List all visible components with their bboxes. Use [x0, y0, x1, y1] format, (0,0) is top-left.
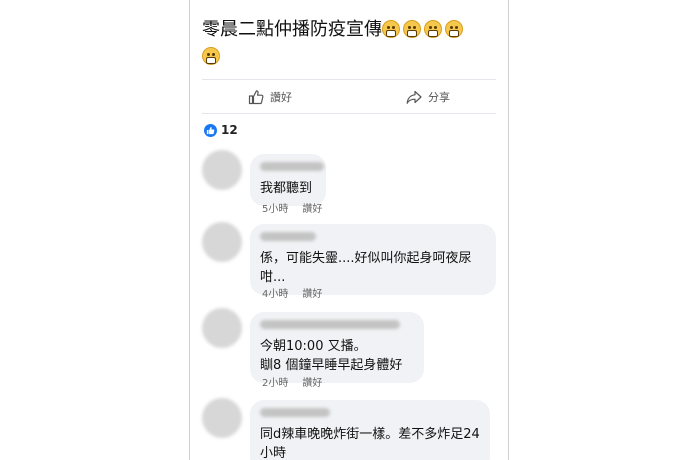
- share-button-label: 分享: [428, 91, 450, 104]
- grimacing-face-icon: [202, 47, 220, 65]
- comment-text-line: 瞓8 個鐘早睡早起身體好: [260, 358, 403, 373]
- share-button[interactable]: 分享: [406, 88, 450, 106]
- comment-bubble: 我都聽到: [250, 154, 326, 206]
- comment-item: 我都聽到 5小時 讚好: [202, 148, 502, 218]
- reaction-summary[interactable]: 12: [204, 123, 238, 137]
- divider: [202, 79, 496, 80]
- like-button-label: 讚好: [270, 91, 292, 104]
- comment-like-link[interactable]: 讚好: [302, 374, 322, 389]
- grimacing-face-icon: [445, 20, 463, 38]
- comment-text-line: 今朝10:00 又播。: [260, 339, 367, 354]
- comment-text-line: 我都聽到: [260, 181, 313, 196]
- comment-meta: 2小時 讚好: [262, 374, 322, 389]
- comment-text-line: 小時: [260, 446, 287, 460]
- commenter-name[interactable]: [260, 232, 316, 241]
- comment-text-line: 同d辣車晚晚炸街一樣。差不多炸足24: [260, 427, 480, 442]
- comment-time[interactable]: 4小時: [262, 285, 288, 300]
- grimacing-face-icon: [382, 20, 400, 38]
- comment-meta: 4小時 讚好: [262, 285, 322, 300]
- commenter-name[interactable]: [260, 162, 324, 171]
- avatar[interactable]: [202, 308, 242, 348]
- post-card: 零晨二點仲播防疫宣傳 讚好 分享 12 我都聽到 5小時 讚好 係，可能失靈..…: [189, 0, 509, 460]
- thumbs-up-icon: [204, 123, 217, 137]
- comment-bubble: 同d辣車晚晚炸街一樣。差不多炸足24 小時: [250, 400, 490, 460]
- comment-item: 係，可能失靈....好似叫你起身呵夜尿 咁... 4小時 讚好: [202, 220, 502, 306]
- avatar[interactable]: [202, 222, 242, 262]
- comment-text-line: 係，可能失靈....好似叫你起身呵夜尿: [260, 251, 472, 266]
- grimacing-face-icon: [424, 20, 442, 38]
- divider: [202, 113, 496, 114]
- avatar[interactable]: [202, 398, 242, 438]
- avatar[interactable]: [202, 150, 242, 190]
- comment-time[interactable]: 5小時: [262, 200, 288, 215]
- commenter-name[interactable]: [260, 408, 330, 417]
- comment-item: 今朝10:00 又播。 瞓8 個鐘早睡早起身體好 2小時 讚好: [202, 308, 502, 394]
- share-arrow-icon: [406, 90, 422, 104]
- grimacing-face-icon: [403, 20, 421, 38]
- post-message: 零晨二點仲播防疫宣傳: [202, 19, 382, 40]
- like-button[interactable]: 讚好: [248, 88, 292, 106]
- comment-time[interactable]: 2小時: [262, 374, 288, 389]
- comment-like-link[interactable]: 讚好: [302, 285, 322, 300]
- comment-bubble: 今朝10:00 又播。 瞓8 個鐘早睡早起身體好: [250, 312, 424, 383]
- thumbs-up-icon: [248, 90, 264, 105]
- comment-item: 同d辣車晚晚炸街一樣。差不多炸足24 小時: [202, 396, 502, 460]
- comment-meta: 5小時 讚好: [262, 200, 322, 215]
- comment-like-link[interactable]: 讚好: [302, 200, 322, 215]
- post-text: 零晨二點仲播防疫宣傳: [202, 16, 502, 70]
- reaction-count: 12: [221, 123, 238, 137]
- commenter-name[interactable]: [260, 320, 400, 329]
